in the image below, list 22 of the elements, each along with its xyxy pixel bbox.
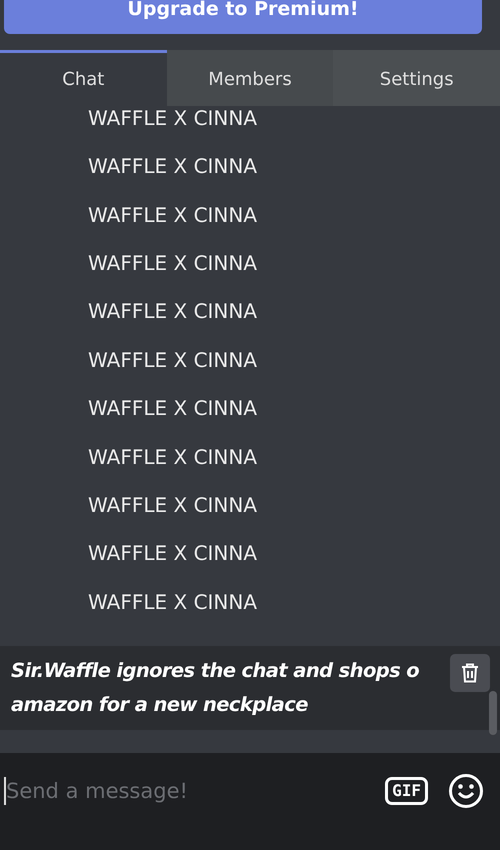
message-input[interactable]: Send a message! <box>4 776 366 804</box>
chat-message: WAFFLE X CINNA <box>88 154 258 178</box>
tab[interactable]: Settings <box>333 50 500 106</box>
chat-message: WAFFLE X CINNA <box>88 444 258 469</box>
action-text: amazon for a new neckplace <box>11 693 308 716</box>
chat-message: WAFFLE X CINNA <box>88 202 258 227</box>
smiley-icon[interactable] <box>448 772 484 808</box>
chat-message: WAFFLE X CINNA <box>88 299 258 324</box>
upgrade-button[interactable]: Upgrade to Premium! <box>4 0 482 34</box>
chat-message: WAFFLE X CINNA <box>88 396 258 420</box>
chat-message: WAFFLE X CINNA <box>88 106 258 130</box>
tab[interactable]: Members <box>166 50 334 106</box>
chat-message: WAFFLE X CINNA <box>88 590 258 614</box>
gif-button[interactable]: GIF <box>385 776 428 804</box>
delete-button[interactable] <box>450 654 490 692</box>
chat-message: WAFFLE X CINNA <box>88 348 258 372</box>
chat-message: WAFFLE X CINNA <box>88 492 258 517</box>
chat-message: WAFFLE X CINNA <box>88 250 258 275</box>
chat-message: WAFFLE X CINNA <box>88 541 258 566</box>
action-text: Sir.Waffle ignores the chat and shops o <box>11 659 420 682</box>
trash-icon <box>461 663 479 683</box>
scrollbar[interactable] <box>489 691 497 735</box>
